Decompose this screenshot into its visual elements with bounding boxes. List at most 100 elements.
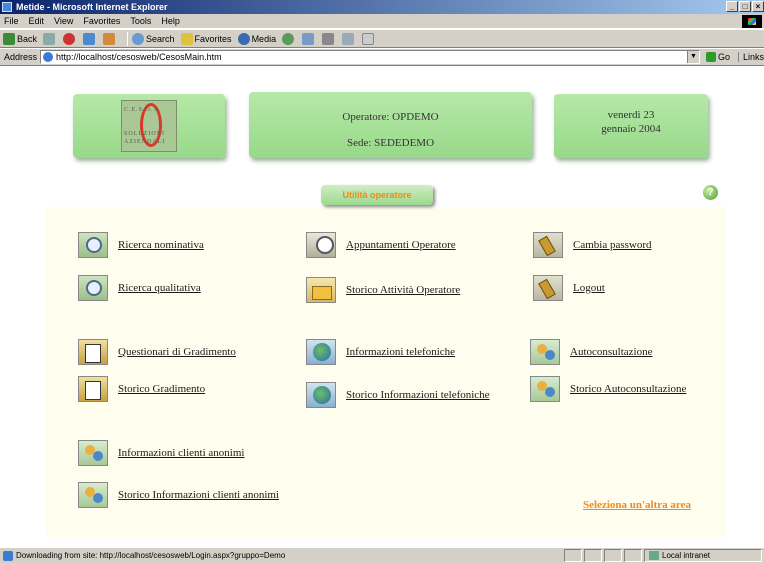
date-day: venerdì 23 <box>607 109 655 121</box>
menu-item-storico-info-anonimi: Storico Informazioni clienti anonimi <box>78 482 279 508</box>
form-icon[interactable] <box>78 376 108 402</box>
key-icon[interactable] <box>533 275 563 301</box>
logo-panel: C.E.S.O.A. SOLUZIONI AZIENDALI <box>73 94 225 158</box>
menu-item-ricerca-qualitativa: Ricerca qualitativa <box>78 275 201 301</box>
favorites-icon <box>180 32 193 45</box>
windows-logo-icon <box>742 15 762 28</box>
mail-icon <box>302 32 315 45</box>
maximize-button[interactable]: □ <box>739 1 751 12</box>
refresh-icon <box>83 32 96 45</box>
favorites-button[interactable]: Favorites <box>180 32 232 45</box>
autoconsultazione-link[interactable]: Autoconsultazione <box>570 346 652 358</box>
utilita-operatore-button[interactable]: Utilità operatore <box>321 185 433 205</box>
ie-icon <box>2 2 12 12</box>
operator-label: Operatore: OPDEMO <box>342 111 439 123</box>
menu-edit[interactable]: Edit <box>29 16 45 26</box>
forward-button[interactable] <box>43 32 57 45</box>
clock-icon[interactable] <box>306 232 336 258</box>
help-icon[interactable]: ? <box>703 185 718 200</box>
storico-info-tel-link[interactable]: Storico Informazioni telefoniche <box>346 389 490 401</box>
date-month-year: gennaio 2004 <box>601 123 661 135</box>
menu-item-questionari: Questionari di Gradimento <box>78 339 236 365</box>
menu-item-storico-attivita: Storico Attività Operatore <box>306 277 460 303</box>
questionari-link[interactable]: Questionari di Gradimento <box>118 346 236 358</box>
folder-icon[interactable] <box>306 277 336 303</box>
back-arrow-icon <box>3 32 15 45</box>
minimize-button[interactable]: _ <box>726 1 738 12</box>
globe-icon[interactable] <box>306 382 336 408</box>
people-icon[interactable] <box>530 339 560 365</box>
address-bar: Address http://localhost/cesosweb/CesosM… <box>0 49 764 66</box>
address-input[interactable]: http://localhost/cesosweb/CesosMain.htm … <box>40 50 700 64</box>
storico-attivita-link[interactable]: Storico Attività Operatore <box>346 284 460 296</box>
form-icon[interactable] <box>78 339 108 365</box>
window-title-bar: Metide - Microsoft Internet Explorer _ □… <box>0 0 764 14</box>
cesoa-logo: C.E.S.O.A. SOLUZIONI AZIENDALI <box>121 100 177 152</box>
back-button[interactable]: Back <box>3 32 37 45</box>
status-cell <box>564 549 582 562</box>
storico-gradimento-link[interactable]: Storico Gradimento <box>118 383 205 395</box>
status-cell <box>624 549 642 562</box>
toolbar-separator <box>127 31 129 46</box>
status-cell <box>604 549 622 562</box>
intranet-icon <box>649 551 659 560</box>
menu-file[interactable]: File <box>4 16 19 26</box>
discuss-button[interactable] <box>362 32 376 45</box>
site-label: Sede: SEDEDEMO <box>346 137 435 149</box>
media-button[interactable]: Media <box>237 32 276 45</box>
close-button[interactable]: × <box>752 1 764 12</box>
key-icon[interactable] <box>533 232 563 258</box>
window-title: Metide - Microsoft Internet Explorer <box>16 2 168 12</box>
mail-button[interactable] <box>302 32 316 45</box>
logout-link[interactable]: Logout <box>573 282 605 294</box>
cambia-password-link[interactable]: Cambia password <box>573 239 652 251</box>
search-icon <box>132 32 145 45</box>
menu-item-info-telefoniche: Informazioni telefoniche <box>306 339 455 365</box>
address-label: Address <box>4 52 38 62</box>
status-text: Downloading from site: http://localhost/… <box>16 551 286 560</box>
globe-icon[interactable] <box>306 339 336 365</box>
forward-arrow-icon <box>43 32 56 45</box>
home-button[interactable] <box>103 32 117 45</box>
ricerca-nominativa-link[interactable]: Ricerca nominativa <box>118 239 204 251</box>
home-icon <box>103 32 116 45</box>
refresh-button[interactable] <box>83 32 97 45</box>
address-url: http://localhost/cesosweb/CesosMain.htm <box>56 52 222 62</box>
storico-autoconsultazione-link[interactable]: Storico Autoconsultazione <box>570 383 686 395</box>
history-icon <box>282 32 295 45</box>
menu-favorites[interactable]: Favorites <box>83 16 120 26</box>
people-icon[interactable] <box>78 482 108 508</box>
menu-help[interactable]: Help <box>161 16 180 26</box>
address-dropdown-icon[interactable]: ▼ <box>686 51 699 63</box>
menu-item-storico-gradimento: Storico Gradimento <box>78 376 205 402</box>
ricerca-qualitativa-link[interactable]: Ricerca qualitativa <box>118 282 201 294</box>
menu-bar: File Edit View Favorites Tools Help <box>0 14 764 29</box>
edit-button[interactable] <box>342 32 356 45</box>
menu-view[interactable]: View <box>54 16 73 26</box>
menu-item-logout: Logout <box>533 275 605 301</box>
info-telefoniche-link[interactable]: Informazioni telefoniche <box>346 346 455 358</box>
search-button[interactable]: Search <box>132 32 175 45</box>
history-button[interactable] <box>282 32 296 45</box>
go-button[interactable]: Go <box>705 52 730 62</box>
search-document-icon[interactable] <box>78 275 108 301</box>
storico-info-anonimi-link[interactable]: Storico Informazioni clienti anonimi <box>118 489 279 501</box>
menu-tools[interactable]: Tools <box>130 16 151 26</box>
print-button[interactable] <box>322 32 336 45</box>
links-button[interactable]: Links <box>737 52 764 62</box>
menu-item-autoconsultazione: Autoconsultazione <box>530 339 652 365</box>
print-icon <box>322 32 335 45</box>
browser-toolbar: Back Search Favorites Media <box>0 30 764 48</box>
status-cell <box>584 549 602 562</box>
edit-icon <box>342 32 355 45</box>
menu-item-info-anonimi: Informazioni clienti anonimi <box>78 440 244 466</box>
appuntamenti-link[interactable]: Appuntamenti Operatore <box>346 239 456 251</box>
page-loading-icon <box>3 550 13 561</box>
seleziona-altra-area-link[interactable]: Seleziona un'altra area <box>583 499 691 511</box>
discuss-icon <box>362 32 375 45</box>
people-icon[interactable] <box>530 376 560 402</box>
search-document-icon[interactable] <box>78 232 108 258</box>
stop-button[interactable] <box>63 32 77 45</box>
people-icon[interactable] <box>78 440 108 466</box>
info-anonimi-link[interactable]: Informazioni clienti anonimi <box>118 447 244 459</box>
